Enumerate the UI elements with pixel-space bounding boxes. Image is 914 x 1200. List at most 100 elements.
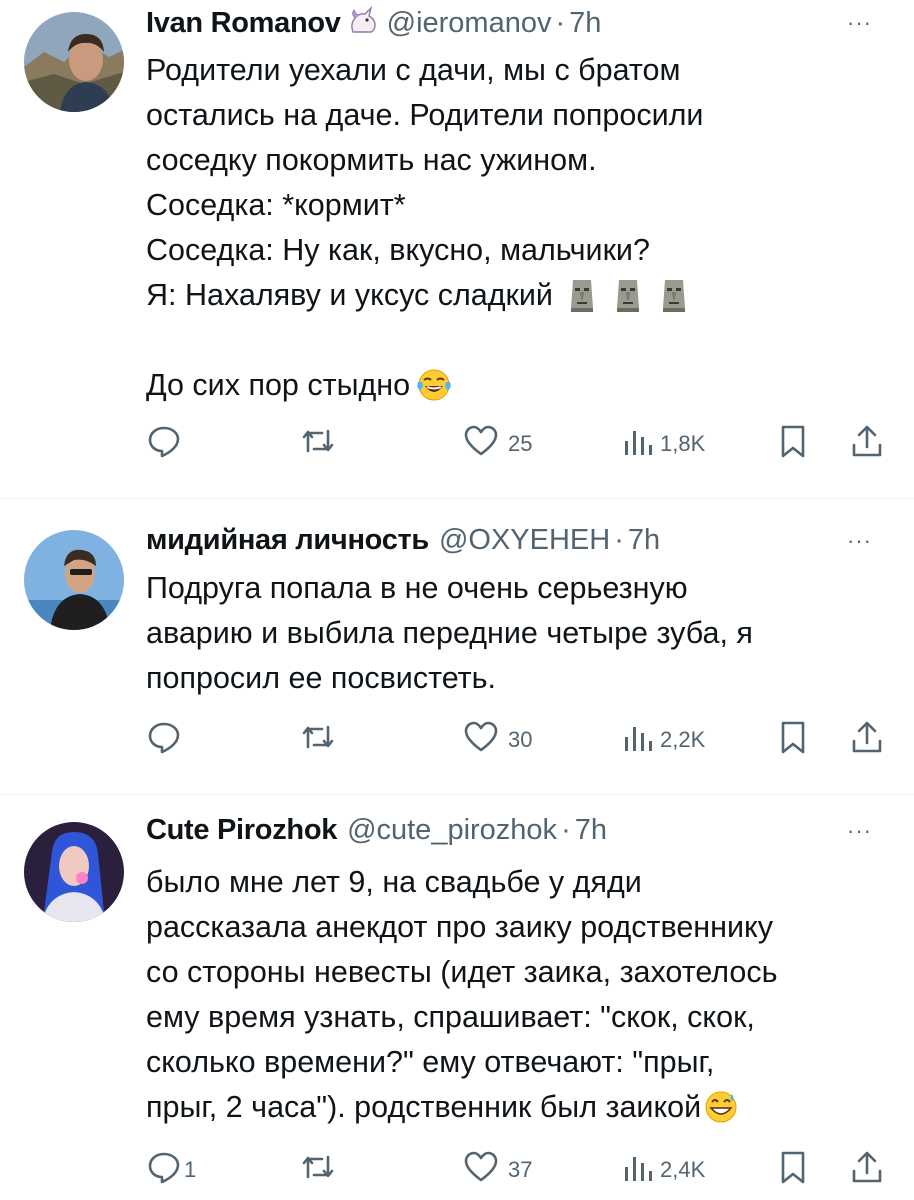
text-line: остались на даче. Родители попросили <box>146 98 704 132</box>
text-line: аварию и выбила передние четыре зуба, я <box>146 616 753 650</box>
tweet[interactable]: Ivan Romanov @ieromanov · 7h ··· Родители … <box>0 0 914 500</box>
avatar[interactable] <box>24 822 124 922</box>
tweet[interactable]: мидийная личность @OXYEHEH · 7h ··· Подруга… <box>0 500 914 794</box>
views-button[interactable]: 2,4K <box>622 1150 705 1190</box>
text-line: Соседка: Ну как, вкусно, мальчики? <box>146 233 650 267</box>
moai-emoji-icon <box>659 278 689 325</box>
reply-button[interactable]: 1 <box>146 1150 196 1190</box>
text-line: Подруга попала в не очень серьезную <box>146 571 688 605</box>
text-line: Соседка: *кормит* <box>146 188 406 222</box>
heart-icon <box>462 1149 500 1191</box>
action-bar: 30 2,2K <box>146 720 896 760</box>
reply-button[interactable] <box>146 424 190 464</box>
text-line: попросил ее посвистеть. <box>146 661 497 695</box>
timestamp[interactable]: 7h <box>569 7 601 39</box>
more-options-icon[interactable]: ··· <box>847 818 872 844</box>
retweet-button[interactable] <box>298 1150 346 1190</box>
reply-icon <box>146 423 182 465</box>
separator-dot: · <box>555 7 566 39</box>
retweet-button[interactable] <box>298 424 346 464</box>
text-line: рассказала анекдот про заику родственник… <box>146 910 773 944</box>
share-icon <box>850 719 884 761</box>
more-options-icon[interactable]: ··· <box>847 10 872 36</box>
tweet-text: Родители уехали с дачи, мы с братом оста… <box>146 48 892 408</box>
like-button[interactable]: 30 <box>462 720 532 760</box>
like-button[interactable]: 37 <box>462 1150 532 1190</box>
tweet-header: Ivan Romanov @ieromanov · 7h ··· <box>146 5 894 46</box>
author-handle[interactable]: @cute_pirozhok <box>347 814 557 846</box>
share-button[interactable] <box>850 1150 884 1190</box>
timestamp[interactable]: 7h <box>575 814 607 846</box>
grinning-sweat-emoji-icon <box>703 1090 739 1137</box>
text-line: было мне лет 9, на свадьбе у дяди <box>146 865 642 899</box>
text-line: со стороны невесты (идет заика, захотело… <box>146 955 778 989</box>
author-handle[interactable]: @OXYEHEH <box>439 524 610 556</box>
tweet-divider <box>0 794 914 795</box>
reply-icon <box>146 719 182 761</box>
views-count: 1,8K <box>660 431 706 456</box>
text-line: ему время узнать, спрашивает: "скок, ско… <box>146 1000 755 1034</box>
like-count: 25 <box>508 431 533 456</box>
action-bar: 25 1,8K <box>146 424 896 464</box>
tweet-header: мидийная личность @OXYEHEH · 7h ··· <box>146 524 894 564</box>
tweet-text: было мне лет 9, на свадьбе у дяди расска… <box>146 860 892 1130</box>
text-line: прыг, 2 часа"). родственник был заикой <box>146 1090 702 1124</box>
unicorn-icon <box>347 5 379 41</box>
text-line: Родители уехали с дачи, мы с братом <box>146 53 681 87</box>
views-icon <box>622 423 652 465</box>
reply-count: 1 <box>184 1157 197 1182</box>
bookmark-icon <box>778 423 808 465</box>
tweet[interactable]: Cute Pirozhok @cute_pirozhok · 7h ··· было … <box>0 796 914 1200</box>
like-count: 37 <box>508 1157 533 1182</box>
views-icon <box>622 1149 652 1191</box>
bookmark-button[interactable] <box>778 720 808 760</box>
share-icon <box>850 1149 884 1191</box>
tweet-header: Cute Pirozhok @cute_pirozhok · 7h ··· <box>146 814 894 854</box>
views-count: 2,4K <box>660 1157 706 1182</box>
views-icon <box>622 719 652 761</box>
text-line: Я: Нахаляву и уксус сладкий <box>146 278 553 312</box>
action-bar: 1 37 2,4K <box>146 1150 896 1190</box>
reply-icon <box>146 1149 182 1191</box>
more-options-icon[interactable]: ··· <box>847 528 872 554</box>
views-button[interactable]: 2,2K <box>622 720 705 760</box>
tears-of-joy-emoji-icon <box>416 368 452 415</box>
timestamp[interactable]: 7h <box>628 524 660 556</box>
tweet-text: Подруга попала в не очень серьезную авар… <box>146 566 892 701</box>
views-count: 2,2K <box>660 727 706 752</box>
text-line-with-emoji: До сих пор стыдно <box>146 363 892 408</box>
author-handle[interactable]: @ieromanov <box>387 7 552 39</box>
views-button[interactable]: 1,8K <box>622 424 705 464</box>
retweet-icon <box>298 719 338 761</box>
text-line: До сих пор стыдно <box>146 368 411 402</box>
bookmark-icon <box>778 1149 808 1191</box>
heart-icon <box>462 423 500 465</box>
tweet-divider <box>0 498 914 499</box>
author-name[interactable]: мидийная личность <box>146 524 429 556</box>
separator-dot: · <box>614 524 624 556</box>
bookmark-button[interactable] <box>778 1150 808 1190</box>
text-line: сколько времени?" ему отвечают: "прыг, <box>146 1045 715 1079</box>
share-button[interactable] <box>850 720 884 760</box>
avatar[interactable] <box>24 530 124 630</box>
text-line-with-emoji: Я: Нахаляву и уксус сладкий <box>146 273 892 318</box>
separator-dot: · <box>561 814 571 846</box>
avatar[interactable] <box>24 12 124 112</box>
moai-emoji-icon <box>567 278 597 325</box>
bookmark-button[interactable] <box>778 424 808 464</box>
text-line-with-emoji: прыг, 2 часа"). родственник был заикой <box>146 1085 892 1130</box>
moai-emoji-icon <box>613 278 643 325</box>
like-button[interactable]: 25 <box>462 424 532 464</box>
author-name[interactable]: Cute Pirozhok <box>146 814 337 846</box>
reply-button[interactable] <box>146 720 190 760</box>
text-line: соседку покормить нас ужином. <box>146 143 597 177</box>
bookmark-icon <box>778 719 808 761</box>
share-button[interactable] <box>850 424 884 464</box>
retweet-button[interactable] <box>298 720 346 760</box>
heart-icon <box>462 719 500 761</box>
retweet-icon <box>298 1149 338 1191</box>
share-icon <box>850 423 884 465</box>
retweet-icon <box>298 423 338 465</box>
author-name[interactable]: Ivan Romanov <box>146 7 341 39</box>
